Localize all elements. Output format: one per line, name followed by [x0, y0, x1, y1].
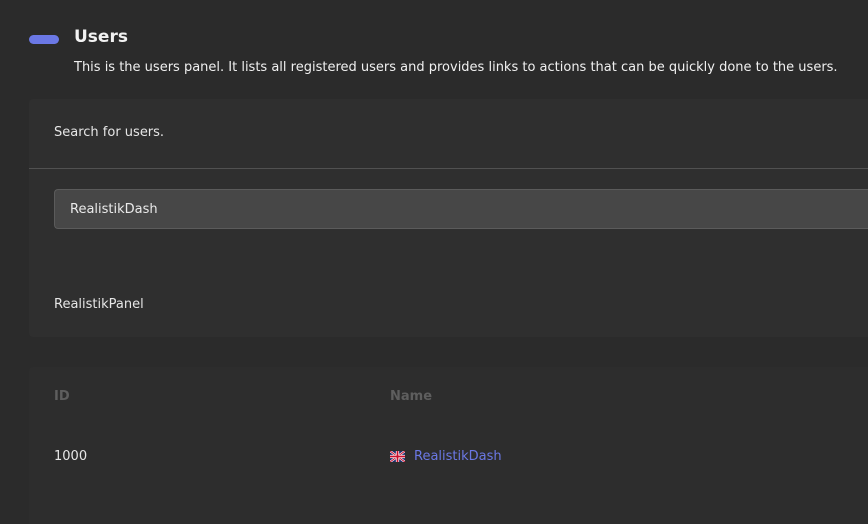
users-page: Users This is the users panel. It lists … [0, 0, 868, 524]
uk-flag-icon [389, 450, 406, 463]
search-heading: Search for users. [54, 125, 165, 140]
column-header-id: ID [54, 389, 70, 404]
user-name-cell: RealistikDash [389, 449, 502, 464]
user-id-cell: 1000 [54, 449, 88, 464]
column-header-name: Name [390, 389, 433, 404]
search-card: Search for users. RealistikPanel [29, 99, 868, 337]
users-table: ID Name 1000 RealistikDash [29, 367, 868, 524]
search-divider [29, 168, 868, 169]
page-description: This is the users panel. It lists all re… [74, 60, 838, 75]
search-result-item[interactable]: RealistikPanel [54, 297, 144, 312]
page-title: Users [74, 27, 128, 47]
title-accent-pill [29, 35, 59, 44]
user-profile-link[interactable]: RealistikDash [414, 449, 502, 464]
search-input[interactable] [54, 189, 868, 229]
